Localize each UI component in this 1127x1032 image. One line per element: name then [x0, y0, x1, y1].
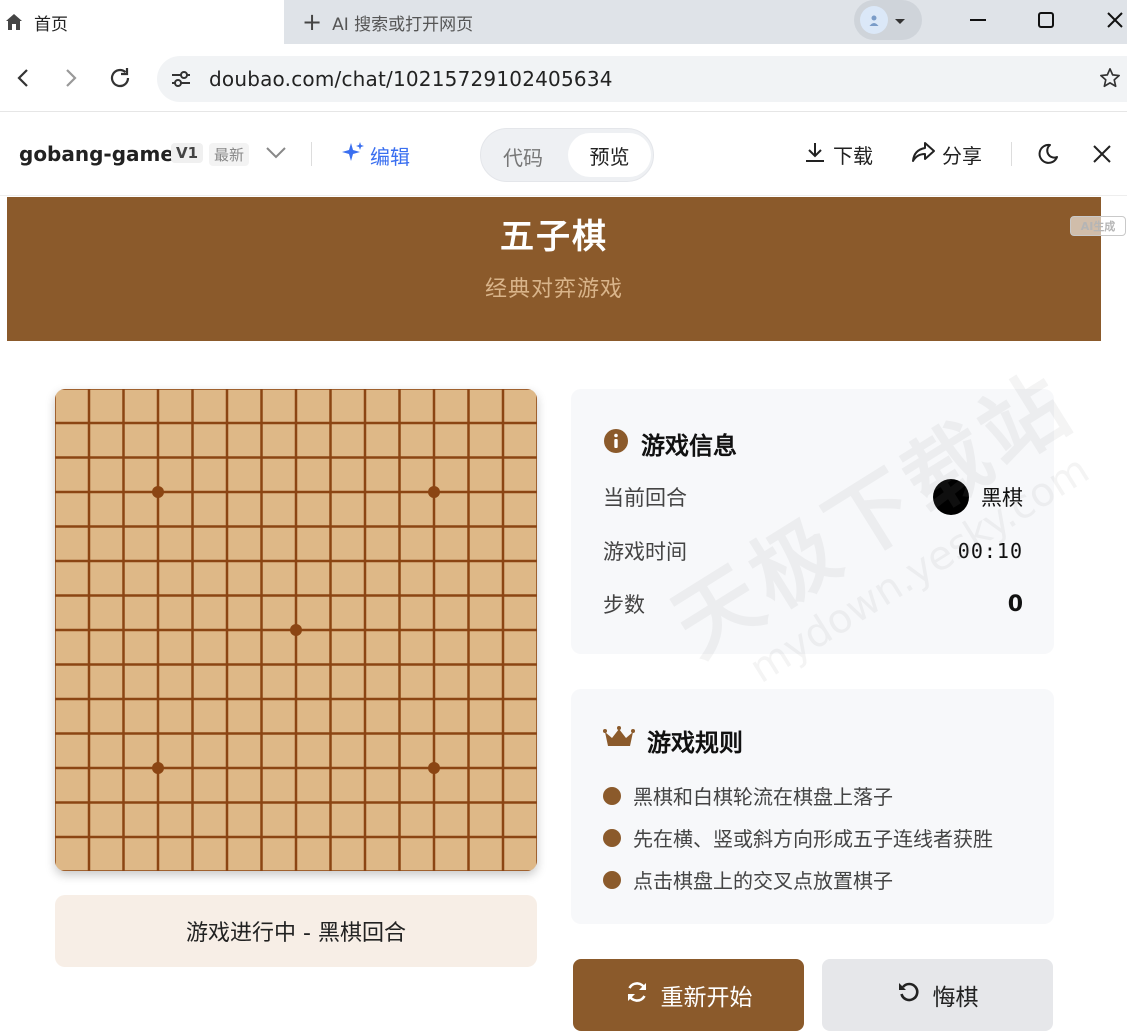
current-turn-indicator: 黑棋	[933, 479, 1023, 515]
current-turn-row: 当前回合 黑棋	[603, 479, 1023, 515]
steps-row: 步数 0	[603, 589, 1023, 619]
avatar	[860, 6, 888, 34]
undo-icon	[897, 980, 921, 1010]
rule-item: 点击棋盘上的交叉点放置棋子	[603, 865, 893, 894]
new-tab-button[interactable]: + AI 搜索或打开网页	[302, 8, 473, 36]
share-icon	[910, 140, 936, 169]
url-text: doubao.com/chat/10215729102405634	[209, 67, 613, 91]
game-title: 五子棋	[500, 217, 608, 257]
rule-item: 先在横、竖或斜方向形成五子连线者获胜	[603, 823, 993, 852]
board-grid[interactable]	[55, 389, 537, 871]
version-dropdown-chevron-icon[interactable]	[265, 145, 287, 164]
undo-button[interactable]: 悔棋	[822, 959, 1053, 1031]
ai-generated-badge: AI生成	[1070, 216, 1126, 236]
close-icon[interactable]	[1092, 144, 1112, 168]
edit-label: 编辑	[370, 145, 410, 169]
game-rules-card: 游戏规则 黑棋和白棋轮流在棋盘上落子 先在横、竖或斜方向形成五子连线者获胜 点击…	[571, 689, 1054, 924]
star-point	[290, 624, 302, 636]
star-point	[428, 486, 440, 498]
profile-button[interactable]	[854, 0, 922, 40]
address-bar-row: doubao.com/chat/10215729102405634	[0, 44, 1127, 112]
steps-value: 0	[1007, 591, 1023, 617]
chevron-down-icon	[894, 11, 906, 30]
download-icon	[803, 140, 827, 169]
sparkle-icon	[340, 140, 366, 171]
game-time-value: 00:10	[957, 539, 1023, 563]
dark-mode-moon-icon[interactable]	[1036, 142, 1060, 170]
game-time-row: 游戏时间 00:10	[603, 536, 1023, 566]
download-button[interactable]: 下载	[803, 140, 873, 169]
browser-tab-strip: 首页 + AI 搜索或打开网页	[0, 0, 1127, 44]
tab-title: 首页	[34, 14, 68, 35]
divider	[1011, 142, 1012, 166]
gobang-board[interactable]	[55, 389, 537, 871]
home-icon	[4, 12, 24, 32]
game-info-card: 游戏信息 当前回合 黑棋 游戏时间 00:10 步数 0	[571, 389, 1054, 654]
game-header: 五子棋 经典对弈游戏	[7, 197, 1101, 341]
restart-label: 重新开始	[660, 985, 753, 1011]
bullet-icon	[603, 828, 621, 847]
game-subtitle: 经典对弈游戏	[484, 277, 623, 302]
tab-preview[interactable]: 预览	[568, 133, 651, 177]
window-close-button[interactable]	[1092, 0, 1127, 40]
undo-label: 悔棋	[932, 985, 979, 1011]
info-heading-text: 游戏信息	[641, 432, 737, 460]
forward-button[interactable]	[57, 64, 85, 92]
rule-text: 点击棋盘上的交叉点放置棋子	[633, 869, 893, 893]
bookmark-star-icon[interactable]	[1099, 67, 1121, 93]
back-button[interactable]	[9, 64, 37, 92]
game-time-label: 游戏时间	[603, 540, 687, 564]
black-stone-icon	[933, 479, 969, 515]
view-toggle: 代码 预览	[480, 128, 654, 182]
star-point	[428, 762, 440, 774]
tab-code[interactable]: 代码	[503, 142, 543, 171]
rule-text: 黑棋和白棋轮流在棋盘上落子	[633, 785, 893, 809]
rule-text: 先在横、竖或斜方向形成五子连线者获胜	[633, 827, 993, 851]
share-label: 分享	[942, 144, 982, 168]
reload-button[interactable]	[106, 64, 134, 92]
current-turn-label: 当前回合	[603, 486, 687, 510]
latest-badge: 最新	[209, 143, 250, 166]
app-header: gobang-game V1 最新 编辑 代码 预览 下载 分享	[0, 112, 1127, 196]
minimize-button[interactable]	[955, 0, 1001, 40]
preview-frame: 五子棋 经典对弈游戏 游戏进行中 - 黑棋回合 游戏信息 当前回合 黑棋 游戏时…	[7, 197, 1101, 1032]
share-button[interactable]: 分享	[910, 140, 982, 169]
divider	[311, 142, 312, 166]
version-badge: V1	[171, 143, 204, 163]
rules-heading: 游戏规则	[603, 723, 743, 758]
rules-heading-text: 游戏规则	[647, 729, 743, 757]
info-icon	[603, 428, 629, 460]
browser-tab-active[interactable]: 首页	[0, 0, 284, 44]
maximize-button[interactable]	[1023, 0, 1069, 40]
crown-icon	[603, 725, 635, 756]
site-settings-icon[interactable]	[169, 67, 193, 91]
bullet-icon	[603, 786, 621, 805]
new-tab-label: AI 搜索或打开网页	[332, 14, 474, 35]
steps-label: 步数	[603, 593, 645, 617]
current-turn-value: 黑棋	[981, 486, 1023, 510]
refresh-icon	[625, 980, 649, 1010]
star-point	[152, 762, 164, 774]
download-label: 下载	[833, 144, 873, 168]
restart-button[interactable]: 重新开始	[573, 959, 804, 1031]
bullet-icon	[603, 870, 621, 889]
star-point	[152, 486, 164, 498]
plus-icon: +	[302, 8, 323, 36]
edit-button[interactable]: 编辑	[340, 140, 410, 171]
game-status: 游戏进行中 - 黑棋回合	[55, 895, 537, 967]
rule-item: 黑棋和白棋轮流在棋盘上落子	[603, 781, 893, 810]
app-name: gobang-game	[19, 142, 174, 166]
url-bar[interactable]: doubao.com/chat/10215729102405634	[157, 56, 1127, 102]
info-heading: 游戏信息	[603, 426, 737, 461]
